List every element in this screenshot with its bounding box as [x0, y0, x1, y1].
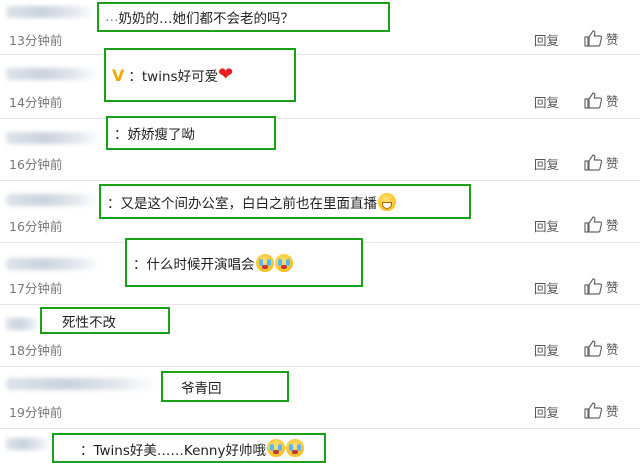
thumbs-up-icon — [584, 340, 602, 357]
heart-emoji-icon: ❤ — [218, 64, 234, 85]
like-button[interactable]: 赞 — [584, 401, 619, 420]
timestamp: 16分钟前 — [9, 157, 63, 172]
like-label: 赞 — [606, 218, 619, 233]
divider — [0, 304, 640, 305]
reply-button[interactable]: 回复 — [534, 154, 559, 173]
username-blurred[interactable] — [6, 318, 40, 330]
comment-text: 死性不改 — [62, 314, 116, 331]
comment-text: ：Twins好美……Kenny好帅哦 — [80, 443, 266, 459]
timestamp: 19分钟前 — [9, 405, 63, 420]
like-label: 赞 — [606, 280, 619, 295]
reply-button[interactable]: 回复 — [534, 216, 559, 235]
comment-text-box: ：又是这个间办公室，白白之前也在里面直播 — [99, 184, 471, 219]
divider — [0, 366, 640, 367]
like-label: 赞 — [606, 156, 619, 171]
comment-text: 奶奶的…她们都不会老的吗？ — [118, 11, 295, 27]
timestamp: 13分钟前 — [9, 33, 63, 48]
crying-emoji-icon — [255, 253, 274, 272]
comment-text: 爷青回 — [181, 380, 222, 397]
reply-button[interactable]: 回复 — [534, 30, 559, 49]
username-blurred[interactable] — [6, 378, 156, 390]
crying-emoji-icon — [266, 439, 285, 457]
like-button[interactable]: 赞 — [584, 215, 619, 234]
comment-text-box: 死性不改 — [40, 307, 170, 334]
divider — [0, 180, 640, 181]
crying-emoji-icon — [274, 253, 293, 272]
comment-text-box: … 奶奶的…她们都不会老的吗？ — [97, 2, 390, 32]
reply-button[interactable]: 回复 — [534, 402, 559, 421]
like-label: 赞 — [606, 342, 619, 357]
crying-emoji-icon — [285, 439, 304, 457]
like-button[interactable]: 赞 — [584, 277, 619, 296]
username-blurred[interactable] — [6, 258, 100, 270]
divider — [0, 428, 640, 429]
grin-emoji-icon — [378, 192, 396, 211]
comment-text: ：twins好可爱 — [128, 69, 219, 85]
comment-text-box: ：什么时候开演唱会 — [125, 238, 363, 287]
divider — [0, 54, 640, 55]
like-label: 赞 — [606, 404, 619, 419]
comment-text-box: 爷青回 — [161, 371, 289, 402]
comment-text: ：娇娇瘦了呦 — [114, 127, 195, 143]
username-blurred[interactable] — [6, 68, 98, 80]
thumbs-up-icon — [584, 154, 602, 171]
timestamp: 17分钟前 — [9, 281, 63, 296]
like-button[interactable]: 赞 — [584, 91, 619, 110]
reply-button[interactable]: 回复 — [534, 92, 559, 111]
thumbs-up-icon — [584, 216, 602, 233]
comment-prefix: … — [105, 9, 119, 25]
comment-text-box: ：娇娇瘦了呦 — [106, 116, 276, 150]
timestamp: 18分钟前 — [9, 343, 63, 358]
reply-button[interactable]: 回复 — [534, 340, 559, 359]
comment-text-box: ：Twins好美……Kenny好帅哦 — [52, 433, 326, 463]
divider — [0, 118, 640, 119]
comment-text: ：又是这个间办公室，白白之前也在里面直播 — [107, 195, 377, 212]
like-button[interactable]: 赞 — [584, 29, 619, 48]
like-button[interactable]: 赞 — [584, 339, 619, 358]
timestamp: 14分钟前 — [9, 95, 63, 110]
thumbs-up-icon — [584, 92, 602, 109]
reply-button[interactable]: 回复 — [534, 278, 559, 297]
comment-text: ：什么时候开演唱会 — [133, 256, 255, 273]
username-blurred[interactable] — [6, 6, 96, 18]
verified-badge: V — [112, 65, 125, 85]
thumbs-up-icon — [584, 402, 602, 419]
comment-text-box: V ：twins好可爱 ❤ — [104, 48, 296, 102]
username-blurred[interactable] — [6, 438, 50, 450]
username-blurred[interactable] — [6, 132, 102, 144]
like-button[interactable]: 赞 — [584, 153, 619, 172]
thumbs-up-icon — [584, 30, 602, 47]
thumbs-up-icon — [584, 278, 602, 295]
like-label: 赞 — [606, 32, 619, 47]
like-label: 赞 — [606, 94, 619, 109]
timestamp: 16分钟前 — [9, 219, 63, 234]
username-blurred[interactable] — [6, 194, 98, 206]
